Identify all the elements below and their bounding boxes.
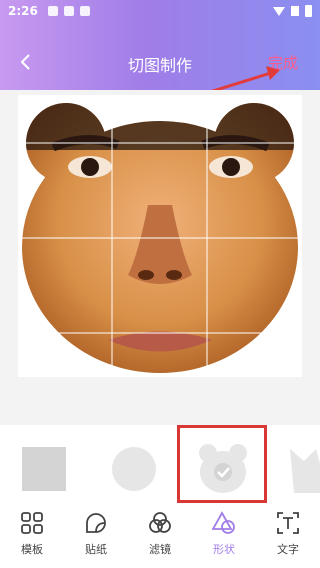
cat-shape[interactable] <box>288 443 320 495</box>
shape-icon <box>212 511 235 534</box>
grid-icon <box>21 512 43 534</box>
tab-label: 文字 <box>277 543 299 556</box>
square-shape[interactable] <box>22 447 66 491</box>
tab-label: 形状 <box>213 543 235 556</box>
filter-icon <box>149 512 171 533</box>
tab-filter[interactable]: 滤镜 <box>128 503 192 568</box>
editor-area <box>0 90 320 425</box>
bear-crop-preview <box>18 95 302 377</box>
tab-text[interactable]: 文字 <box>256 503 320 568</box>
bottom-panel: 模板 贴纸 滤镜 形状 文字 <box>0 425 320 568</box>
tab-label: 滤镜 <box>149 543 171 556</box>
text-icon <box>277 512 299 534</box>
highlight-box <box>177 425 267 503</box>
circle-shape[interactable] <box>112 447 156 491</box>
sticker-icon <box>86 513 106 533</box>
crop-canvas[interactable] <box>18 95 302 377</box>
tab-label: 贴纸 <box>85 543 107 556</box>
tab-sticker[interactable]: 贴纸 <box>64 503 128 568</box>
tab-label: 模板 <box>21 543 43 556</box>
tab-template[interactable]: 模板 <box>0 503 64 568</box>
bottom-tabs: 模板 贴纸 滤镜 形状 文字 <box>0 503 320 568</box>
tab-shape[interactable]: 形状 <box>192 503 256 568</box>
